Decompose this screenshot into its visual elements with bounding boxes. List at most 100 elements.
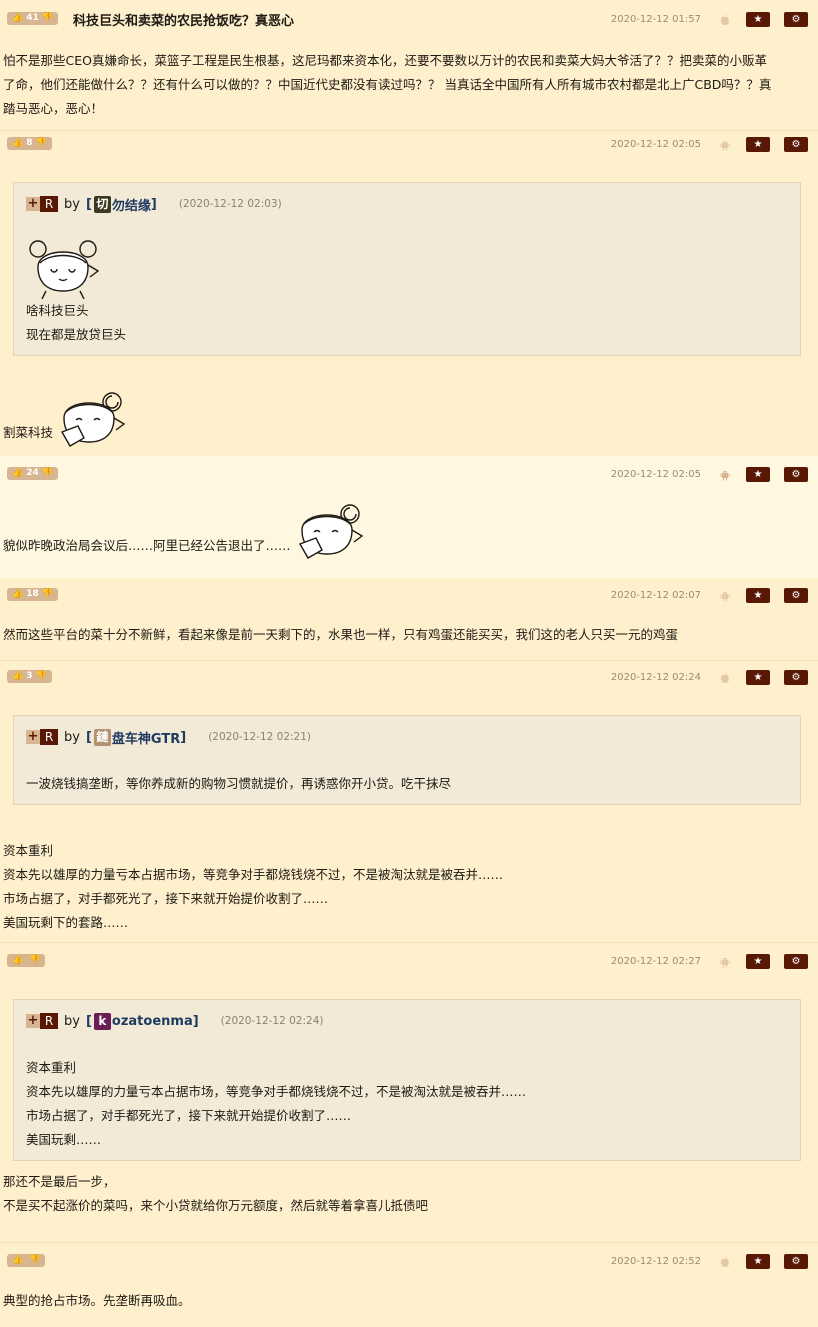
quote-author[interactable]: [ 切 勿结缘 ] xyxy=(86,195,157,214)
quote-line: 啥科技巨头 xyxy=(26,303,89,318)
vote-badge[interactable]: 👍 41 👎 xyxy=(7,12,58,25)
reply-r-badge[interactable]: R xyxy=(40,196,58,212)
post-body: 资本重利 资本先以雄厚的力量亏本占据市场，等竞争对手都烧钱烧不过，不是被淘汰就是… xyxy=(3,839,806,935)
post-date: 2020-12-12 02:24 xyxy=(610,672,701,683)
android-icon xyxy=(720,141,730,151)
body-line: 然而这些平台的菜十分不新鲜，看起来像是前一天剩下的，水果也一样，只有鸡蛋还能买买… xyxy=(3,627,679,642)
by-label: by xyxy=(64,196,80,212)
vote-badge[interactable]: 👍 24 👎 xyxy=(7,467,58,480)
vote-count: 24 xyxy=(26,468,39,478)
star-button[interactable]: ★ xyxy=(746,467,770,482)
thumbs-down-icon[interactable]: 👎 xyxy=(42,467,53,480)
thread-title: 科技巨头和卖菜的农民抢饭吃？真恶心 xyxy=(73,14,295,29)
thumbs-down-icon[interactable]: 👎 xyxy=(29,954,40,967)
sticker-image xyxy=(60,392,126,447)
post-7: 👍 👎 2020-12-12 02:52 ★ ⚙ 典型的抢占市场。先垄断再吸血。 xyxy=(0,1244,818,1327)
divider xyxy=(0,660,818,661)
bracket-close: ] xyxy=(192,1013,199,1029)
quote-author[interactable]: [ k ozatoenma ] xyxy=(86,1012,199,1030)
star-button[interactable]: ★ xyxy=(746,588,770,603)
body-line: 美国玩剩下的套路…… xyxy=(3,915,129,930)
body-line: 市场占据了，对手都死光了，接下来就开始提价收割了…… xyxy=(3,891,329,906)
star-icon: ★ xyxy=(753,1256,763,1267)
vote-badge[interactable]: 👍 3 👎 xyxy=(7,670,52,683)
gear-icon: ⚙ xyxy=(791,139,801,150)
settings-button[interactable]: ⚙ xyxy=(784,1254,808,1269)
thumbs-down-icon[interactable]: 👎 xyxy=(42,12,53,25)
android-icon xyxy=(720,958,730,968)
quote-line: 一波烧钱搞垄断，等你养成新的购物习惯就提价，再诱惑你开小贷。吃干抹尽 xyxy=(26,776,452,791)
thumbs-up-icon[interactable]: 👍 xyxy=(12,137,23,150)
vote-badge[interactable]: 👍 18 👎 xyxy=(7,588,58,601)
settings-button[interactable]: ⚙ xyxy=(784,12,808,27)
star-button[interactable]: ★ xyxy=(746,1254,770,1269)
thumbs-down-icon[interactable]: 👎 xyxy=(35,137,46,150)
gear-icon: ⚙ xyxy=(791,469,801,480)
post-body: 然而这些平台的菜十分不新鲜，看起来像是前一天剩下的，水果也一样，只有鸡蛋还能买买… xyxy=(3,623,806,647)
plus-button[interactable]: + xyxy=(26,1014,40,1028)
thumbs-down-icon[interactable]: 👎 xyxy=(42,588,53,601)
vote-count: 18 xyxy=(26,589,39,599)
quote-text: 啥科技巨头 现在都是放贷巨头 xyxy=(26,299,790,347)
plus-button[interactable]: + xyxy=(26,730,40,744)
reply-r-badge[interactable]: R xyxy=(40,1013,58,1029)
star-icon: ★ xyxy=(753,139,763,150)
divider xyxy=(0,1242,818,1243)
thumbs-up-icon[interactable]: 👍 xyxy=(12,954,23,967)
body-line: 割菜科技 xyxy=(3,425,54,440)
star-button[interactable]: ★ xyxy=(746,954,770,969)
quote-header: + R by [ 鏈 盘车神GTR ] (2020-12-12 02:21) xyxy=(26,728,311,747)
avatar: k xyxy=(93,1012,111,1030)
gear-icon: ⚙ xyxy=(791,672,801,683)
vote-badge[interactable]: 👍 8 👎 xyxy=(7,137,52,150)
thumbs-up-icon[interactable]: 👍 xyxy=(12,12,23,25)
star-icon: ★ xyxy=(753,469,763,480)
gear-icon: ⚙ xyxy=(791,590,801,601)
by-label: by xyxy=(64,1013,80,1029)
quote-author[interactable]: [ 鏈 盘车神GTR ] xyxy=(86,728,186,747)
quote-date: (2020-12-12 02:21) xyxy=(208,731,311,743)
settings-button[interactable]: ⚙ xyxy=(784,670,808,685)
vote-badge[interactable]: 👍 👎 xyxy=(7,954,46,967)
gear-icon: ⚙ xyxy=(791,1256,801,1267)
post-date: 2020-12-12 02:07 xyxy=(610,590,701,601)
settings-button[interactable]: ⚙ xyxy=(784,954,808,969)
author-name: 勿结缘 xyxy=(111,198,151,214)
quote-line: 资本先以雄厚的力量亏本占据市场，等竞争对手都烧钱烧不过，不是被淘汰就是被吞并…… xyxy=(26,1084,527,1099)
star-button[interactable]: ★ xyxy=(746,12,770,27)
settings-button[interactable]: ⚙ xyxy=(784,467,808,482)
sticker-image xyxy=(29,240,100,299)
body-line: 资本先以雄厚的力量亏本占据市场，等竞争对手都烧钱烧不过，不是被淘汰就是被吞并…… xyxy=(3,867,504,882)
android-icon xyxy=(720,471,730,481)
thumbs-up-icon[interactable]: 👍 xyxy=(12,1254,23,1267)
vote-badge[interactable]: 👍 👎 xyxy=(7,1254,46,1267)
body-line: 了命，他们还能做什么？？还有什么可以做的？？中国近代史都没有读过吗？？ 当真话全… xyxy=(3,77,772,92)
thumbs-up-icon[interactable]: 👍 xyxy=(12,588,23,601)
star-button[interactable]: ★ xyxy=(746,137,770,152)
quote-block: + R by [ 切 勿结缘 ] (2020-12-12 02:03) 啥科技巨… xyxy=(13,182,801,356)
gear-icon: ⚙ xyxy=(791,14,801,25)
thumbs-up-icon[interactable]: 👍 xyxy=(12,670,23,683)
sticker-image xyxy=(298,504,364,559)
gear-icon: ⚙ xyxy=(791,956,801,967)
star-button[interactable]: ★ xyxy=(746,670,770,685)
reply-r-badge[interactable]: R xyxy=(40,729,58,745)
body-line: 那还不是最后一步， xyxy=(3,1174,116,1189)
body-line: 典型的抢占市场。先垄断再吸血。 xyxy=(3,1293,191,1308)
post-2: 👍 8 👎 2020-12-12 02:05 ★ ⚙ + R by [ 切 勿结… xyxy=(0,130,818,456)
quote-header: + R by [ k ozatoenma ] (2020-12-12 02:24… xyxy=(26,1012,323,1030)
quote-text: 资本重利 资本先以雄厚的力量亏本占据市场，等竞争对手都烧钱烧不过，不是被淘汰就是… xyxy=(26,1056,790,1152)
settings-button[interactable]: ⚙ xyxy=(784,588,808,603)
author-name: 盘车神GTR xyxy=(111,731,181,747)
body-line: 踏马恶心，恶心！ xyxy=(3,101,104,116)
quote-block: + R by [ 鏈 盘车神GTR ] (2020-12-12 02:21) 一… xyxy=(13,715,801,805)
thumbs-up-icon[interactable]: 👍 xyxy=(12,467,23,480)
post-body: 怕不是那些CEO真嫌命长，菜篮子工程是民生根基，这尼玛都来资本化，还要不要数以万… xyxy=(3,49,806,121)
post-body: 典型的抢占市场。先垄断再吸血。 xyxy=(3,1289,806,1313)
settings-button[interactable]: ⚙ xyxy=(784,137,808,152)
thumbs-down-icon[interactable]: 👎 xyxy=(35,670,46,683)
post-5: 👍 3 👎 2020-12-12 02:24 ★ ⚙ + R by [ 鏈 盘车… xyxy=(0,660,818,942)
plus-button[interactable]: + xyxy=(26,197,40,211)
post-body: 貌似昨晚政治局会议后……阿里已经公告退出了…… xyxy=(3,534,806,558)
thumbs-down-icon[interactable]: 👎 xyxy=(29,1254,40,1267)
